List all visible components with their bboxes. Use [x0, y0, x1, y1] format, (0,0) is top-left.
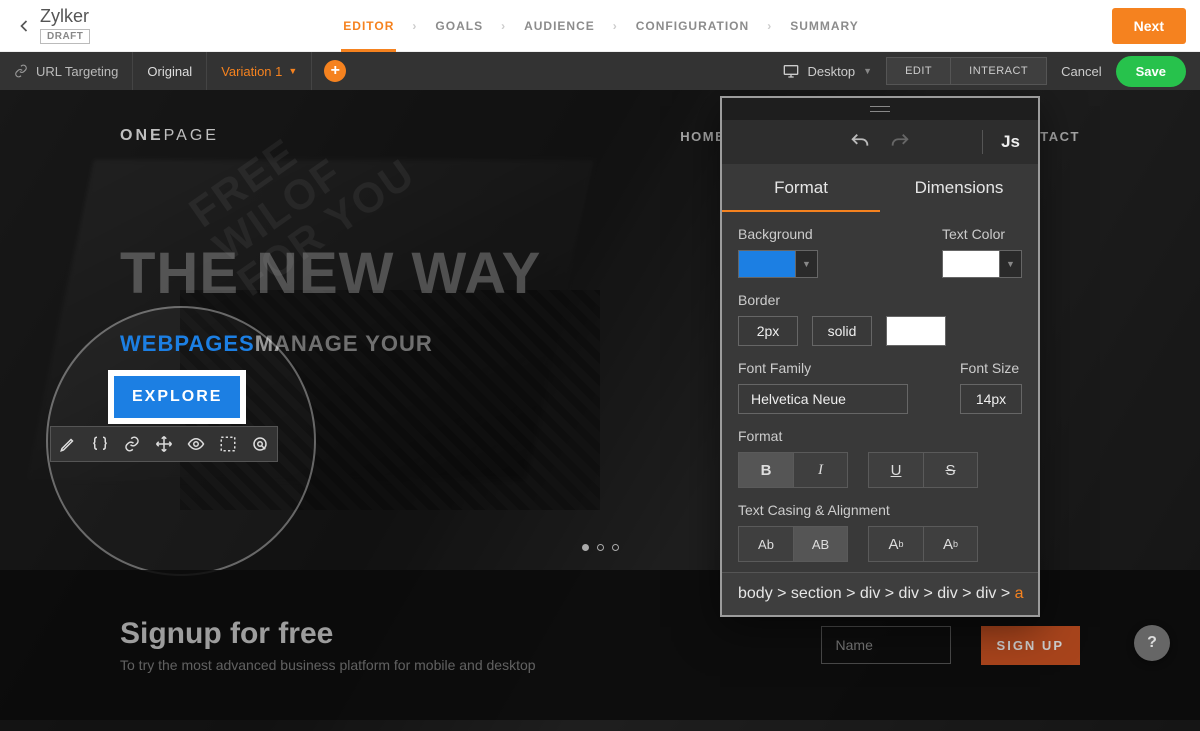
back-arrow-icon[interactable]	[14, 16, 34, 36]
edit-icon[interactable]	[59, 435, 77, 453]
signup-title: Signup for free	[120, 617, 536, 651]
grip-lines-icon	[870, 106, 890, 112]
border-color-swatch[interactable]	[886, 316, 946, 346]
dom-path-prefix: body > section > div > div > div > div >	[738, 585, 1015, 602]
tab-dimensions[interactable]: Dimensions	[880, 164, 1038, 212]
dom-breadcrumb[interactable]: body > section > div > div > div > div >…	[722, 572, 1038, 615]
font-family-input[interactable]	[738, 384, 908, 414]
bold-button[interactable]: B	[739, 453, 793, 487]
panel-body: Background ▼ Text Color ▼ Border	[722, 212, 1038, 572]
uppercase-button[interactable]: AB	[793, 527, 847, 561]
wizard-steps: EDITOR › GOALS › AUDIENCE › CONFIGURATIO…	[90, 19, 1111, 33]
dot-2[interactable]	[597, 544, 604, 551]
panel-tabs: Format Dimensions	[722, 164, 1038, 212]
caret-down-icon[interactable]: ▼	[796, 250, 818, 278]
element-toolbar	[50, 426, 278, 462]
signup-button[interactable]: SIGN UP	[981, 626, 1080, 665]
undo-icon[interactable]	[849, 131, 871, 153]
dot-3[interactable]	[612, 544, 619, 551]
font-family-label: Font Family	[738, 360, 908, 376]
panel-toolbar: Js	[722, 120, 1038, 164]
device-selector[interactable]: Desktop ▼	[769, 64, 886, 79]
background-color-picker[interactable]: ▼	[738, 250, 818, 278]
border-label: Border	[738, 292, 1022, 308]
chevron-right-icon: ›	[501, 19, 506, 33]
text-color-label: Text Color	[942, 226, 1022, 242]
move-icon[interactable]	[155, 435, 173, 453]
text-color-picker[interactable]: ▼	[942, 250, 1022, 278]
top-bar: Zylker DRAFT EDITOR › GOALS › AUDIENCE ›…	[0, 0, 1200, 52]
background-swatch	[738, 250, 796, 278]
chevron-right-icon: ›	[613, 19, 618, 33]
dom-path-leaf: a	[1015, 585, 1024, 602]
chevron-right-icon: ›	[767, 19, 772, 33]
link-icon	[14, 64, 28, 78]
click-tracking-icon[interactable]	[251, 435, 269, 453]
editor-subbar: URL Targeting Original Variation 1 ▼ + D…	[0, 52, 1200, 90]
redo-icon	[889, 131, 911, 153]
hero-headline: THE NEW WAY	[120, 240, 541, 307]
mode-edit-button[interactable]: EDIT	[887, 58, 951, 84]
tab-variation-1[interactable]: Variation 1 ▼	[207, 52, 312, 90]
casing-label: Text Casing & Alignment	[738, 502, 1022, 518]
selected-element-frame: EXPLORE	[108, 370, 246, 424]
background-label: Background	[738, 226, 818, 242]
desktop-icon	[783, 64, 799, 78]
signup-name-input[interactable]	[821, 626, 951, 664]
js-toggle[interactable]: Js	[982, 130, 1020, 154]
url-targeting-link[interactable]: URL Targeting	[0, 52, 133, 90]
superscript-button[interactable]: Ab	[869, 527, 923, 561]
tab-format[interactable]: Format	[722, 164, 880, 212]
code-braces-icon[interactable]	[91, 435, 109, 453]
titlecase-button[interactable]: Ab	[739, 527, 793, 561]
preview-stage: FREE WILOF FOR YOU ONEPAGE HOME ABOUT FE…	[0, 90, 1200, 731]
signup-subtitle: To try the most advanced business platfo…	[120, 657, 536, 673]
site-logo[interactable]: ONEPAGE	[120, 127, 219, 145]
mode-toggle: EDIT INTERACT	[886, 57, 1047, 85]
variation-tabs: Original Variation 1 ▼	[133, 52, 312, 90]
tab-original[interactable]: Original	[133, 52, 207, 90]
italic-button[interactable]: I	[793, 453, 847, 487]
font-size-label: Font Size	[960, 360, 1022, 376]
url-targeting-label: URL Targeting	[36, 64, 118, 79]
save-button[interactable]: Save	[1116, 56, 1186, 87]
select-area-icon[interactable]	[219, 435, 237, 453]
mode-interact-button[interactable]: INTERACT	[951, 58, 1046, 84]
add-variation-button[interactable]: +	[324, 60, 346, 82]
cancel-link[interactable]: Cancel	[1061, 64, 1101, 79]
device-label: Desktop	[807, 64, 855, 79]
next-button[interactable]: Next	[1112, 8, 1186, 44]
chevron-right-icon: ›	[412, 19, 417, 33]
underline-button[interactable]: U	[869, 453, 923, 487]
border-style-input[interactable]	[812, 316, 872, 346]
step-configuration[interactable]: CONFIGURATION	[636, 19, 749, 33]
help-button[interactable]: ?	[1134, 625, 1170, 661]
panel-drag-handle[interactable]	[722, 98, 1038, 120]
eye-icon[interactable]	[187, 435, 205, 453]
caret-down-icon: ▼	[863, 66, 872, 76]
step-goals[interactable]: GOALS	[435, 19, 483, 33]
text-color-swatch	[942, 250, 1000, 278]
dot-1[interactable]	[582, 544, 589, 551]
step-summary[interactable]: SUMMARY	[790, 19, 859, 33]
subscript-button[interactable]: Ab	[923, 527, 977, 561]
nav-home[interactable]: HOME	[680, 129, 725, 144]
link-icon[interactable]	[123, 435, 141, 453]
properties-panel: Js Format Dimensions Background ▼ Text C…	[720, 96, 1040, 617]
project-block: Zylker DRAFT	[40, 7, 90, 44]
format-label: Format	[738, 428, 1022, 444]
border-width-input[interactable]	[738, 316, 798, 346]
step-audience[interactable]: AUDIENCE	[524, 19, 595, 33]
step-editor[interactable]: EDITOR	[343, 19, 394, 33]
project-status-badge: DRAFT	[40, 29, 90, 44]
explore-button[interactable]: EXPLORE	[114, 376, 240, 418]
caret-down-icon[interactable]: ▼	[1000, 250, 1022, 278]
tab-variation-label: Variation 1	[221, 64, 282, 79]
caret-down-icon: ▼	[288, 66, 297, 76]
font-size-input[interactable]	[960, 384, 1022, 414]
project-name: Zylker	[40, 7, 90, 27]
strikethrough-button[interactable]: S	[923, 453, 977, 487]
